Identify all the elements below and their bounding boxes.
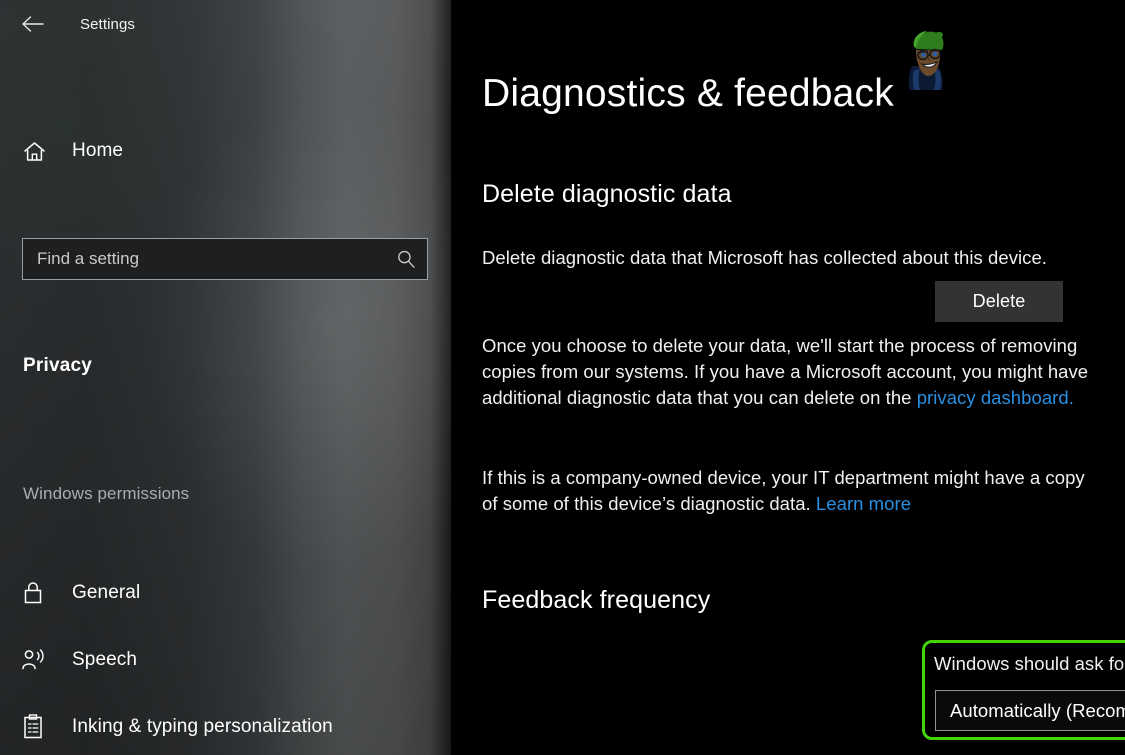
- feedback-combo-label: Windows should ask for my feedback: [934, 653, 1125, 674]
- section-heading-feedback-frequency: Feedback frequency: [482, 586, 711, 614]
- search-icon[interactable]: [385, 249, 427, 269]
- sidebar-header: Settings: [0, 0, 451, 48]
- sidebar-item-label: Inking & typing personalization: [72, 715, 333, 737]
- sidebar-item-inking[interactable]: Inking & typing personalization: [0, 693, 451, 755]
- clipboard-pen-icon: [8, 713, 58, 740]
- sidebar-nav: General Speech Inking & typing personali…: [0, 559, 451, 755]
- lock-icon: [8, 580, 58, 605]
- sidebar-item-general[interactable]: General: [0, 559, 451, 626]
- delete-description-paragraph: Once you choose to delete your data, we'…: [482, 333, 1124, 411]
- window-title: Settings: [80, 15, 135, 33]
- sidebar-item-label: Speech: [72, 648, 138, 670]
- sidebar-item-home[interactable]: Home: [0, 130, 451, 172]
- page-title: Diagnostics & feedback: [482, 72, 894, 115]
- delete-lead-text: Delete diagnostic data that Microsoft ha…: [482, 247, 1047, 268]
- person-speech-icon: [8, 648, 58, 672]
- settings-window: Settings Home Privacy Windows pe: [0, 0, 1125, 755]
- sidebar-item-label: General: [72, 581, 141, 603]
- cartoon-face-logo: [898, 26, 954, 90]
- home-icon: [8, 141, 60, 162]
- back-button[interactable]: [10, 8, 56, 40]
- privacy-dashboard-link[interactable]: privacy dashboard.: [917, 387, 1074, 408]
- section-heading-delete-diagnostic-data: Delete diagnostic data: [482, 180, 732, 208]
- nav-group-label: Windows permissions: [23, 484, 190, 503]
- category-title: Privacy: [23, 355, 93, 376]
- content-pane: Diagnostics & feedback Delete diagnostic…: [451, 0, 1125, 755]
- sidebar: Settings Home Privacy Windows pe: [0, 0, 451, 755]
- search-box[interactable]: [22, 238, 428, 280]
- learn-more-link[interactable]: Learn more: [816, 493, 911, 514]
- company-device-paragraph: If this is a company-owned device, your …: [482, 465, 1102, 517]
- paragraph-text: If this is a company-owned device, your …: [482, 467, 1085, 514]
- home-label: Home: [72, 140, 124, 161]
- feedback-frequency-value: Automatically (Recommended): [950, 699, 1125, 721]
- delete-button[interactable]: Delete: [935, 281, 1063, 322]
- search-input[interactable]: [23, 249, 385, 269]
- feedback-frequency-dropdown[interactable]: Automatically (Recommended): [935, 690, 1125, 731]
- sidebar-item-speech[interactable]: Speech: [0, 626, 451, 693]
- arrow-left-icon: [22, 16, 44, 32]
